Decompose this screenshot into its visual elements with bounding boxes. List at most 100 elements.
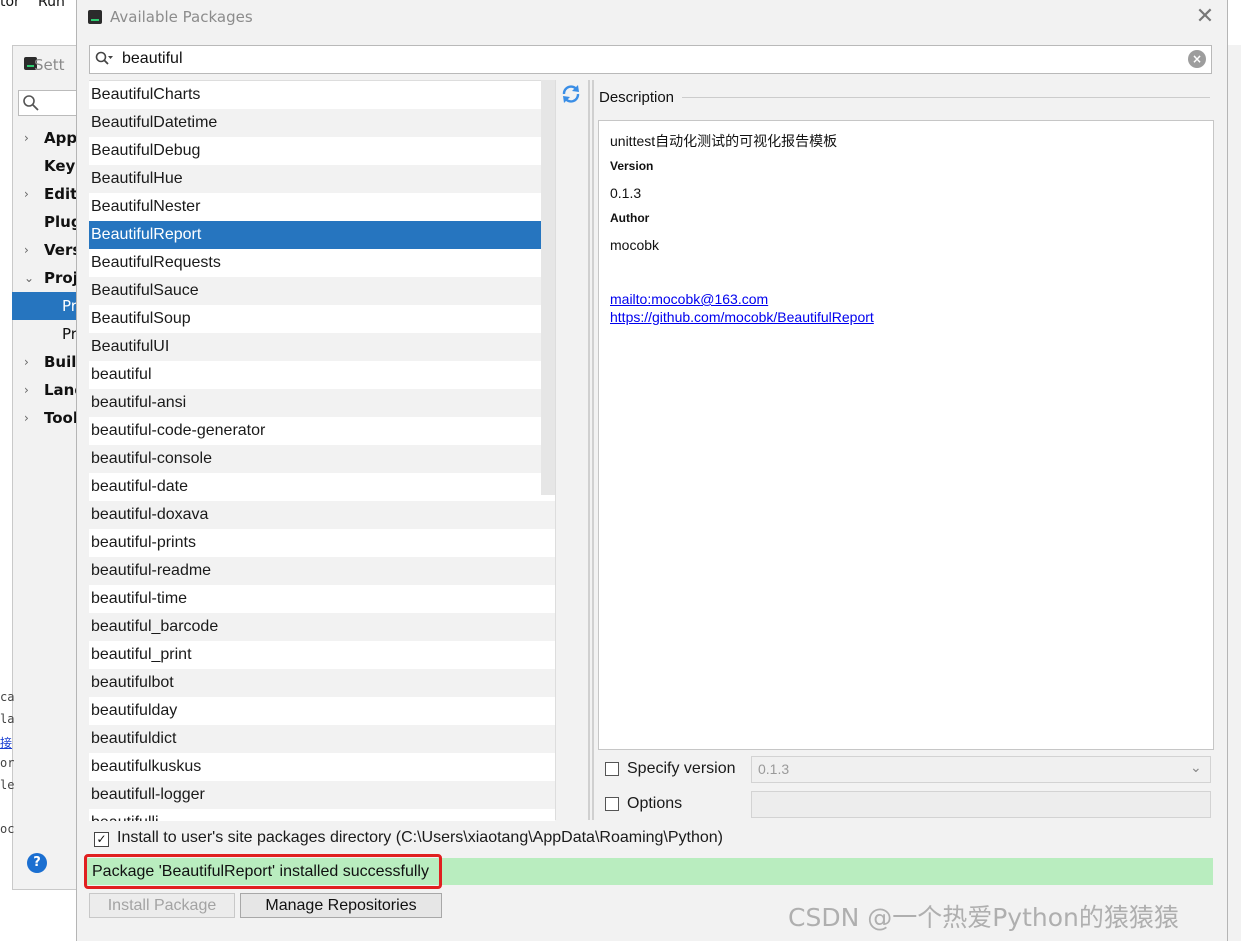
settings-tree-item[interactable]: Keyr: [12, 152, 78, 180]
settings-tree-label: Keyr: [44, 157, 78, 175]
settings-tree-item[interactable]: › Lang: [12, 376, 78, 404]
specify-version-checkbox[interactable]: [605, 762, 619, 776]
settings-tree-item[interactable]: Plug: [12, 208, 78, 236]
package-list-item[interactable]: BeautifulSoup: [89, 305, 555, 333]
package-list-item[interactable]: BeautifulHue: [89, 165, 555, 193]
description-divider: [682, 97, 1210, 98]
search-icon[interactable]: [95, 51, 113, 67]
options-checkbox[interactable]: [605, 797, 619, 811]
code-fragment: oc: [0, 822, 14, 836]
package-list-item[interactable]: beautiful-time: [89, 585, 555, 613]
package-search-input[interactable]: [122, 47, 1172, 71]
email-link[interactable]: mailto:mocobk@163.com: [610, 291, 768, 307]
editor-code-fragments: ca la 接 or le oc: [0, 690, 14, 836]
code-fragment: le: [0, 778, 14, 792]
dialog-title: Available Packages: [110, 8, 253, 26]
code-fragment: or: [0, 756, 14, 770]
package-list-item[interactable]: beautiful-prints: [89, 529, 555, 557]
settings-tree-item[interactable]: › App: [12, 124, 78, 152]
manage-repositories-button[interactable]: Manage Repositories: [240, 893, 442, 918]
panel-splitter[interactable]: [588, 80, 596, 820]
menu-item-tor[interactable]: tor: [0, 0, 20, 10]
package-list-item[interactable]: beautiful-console: [89, 445, 555, 473]
settings-tree-label: Build: [44, 353, 78, 371]
settings-tree-label: Proj: [44, 269, 78, 287]
settings-tree-label: Tool: [44, 409, 78, 427]
package-list-item[interactable]: BeautifulReport: [89, 221, 555, 249]
help-button[interactable]: ?: [27, 853, 47, 873]
chevron-down-icon[interactable]: ⌄: [24, 264, 34, 292]
list-toolbar: [555, 80, 588, 820]
package-summary: unittest自动化测试的可视化报告模板: [610, 133, 838, 149]
package-list-item[interactable]: beautifuldict: [89, 725, 555, 753]
author-heading: Author: [610, 211, 650, 225]
package-list-item[interactable]: beautiful_print: [89, 641, 555, 669]
settings-search-input[interactable]: [18, 90, 80, 116]
package-list-item[interactable]: beautifull-logger: [89, 781, 555, 809]
options-input[interactable]: [751, 791, 1211, 818]
settings-tree-item[interactable]: ⌄ Proj: [12, 264, 78, 292]
package-list-item[interactable]: beautiful-date: [89, 473, 555, 501]
chevron-right-icon[interactable]: ›: [24, 124, 29, 152]
clear-search-icon[interactable]: ×: [1188, 50, 1206, 68]
package-list[interactable]: BeautifulCharts BeautifulDatetime Beautifu…: [89, 80, 555, 821]
package-list-item[interactable]: BeautifulUI: [89, 333, 555, 361]
package-list-item[interactable]: BeautifulDebug: [89, 137, 555, 165]
settings-tree-label: Lang: [44, 381, 78, 399]
install-user-label: Install to user's site packages director…: [117, 829, 723, 846]
pycharm-icon: [88, 10, 102, 24]
install-package-button[interactable]: Install Package: [89, 893, 235, 918]
install-user-checkbox[interactable]: ✓: [94, 832, 109, 847]
package-list-item[interactable]: beautifulli...: [89, 809, 555, 821]
watermark: CSDN @一个热爱Python的猿猿猿: [788, 903, 1179, 932]
chevron-right-icon[interactable]: ›: [24, 236, 29, 264]
package-list-item[interactable]: beautiful_barcode: [89, 613, 555, 641]
package-list-item[interactable]: BeautifulDatetime: [89, 109, 555, 137]
package-list-item[interactable]: beautiful: [89, 361, 555, 389]
settings-tree-label: App: [44, 129, 78, 147]
package-list-item[interactable]: BeautifulRequests: [89, 249, 555, 277]
package-list-item[interactable]: BeautifulCharts: [89, 81, 555, 109]
description-label: Description: [599, 89, 675, 106]
package-list-item[interactable]: beautifulbot: [89, 669, 555, 697]
settings-tree-label: Plug: [44, 213, 78, 231]
settings-tree-item[interactable]: › Build: [12, 348, 78, 376]
menu-item-run[interactable]: Run: [38, 0, 65, 10]
refresh-icon[interactable]: [560, 83, 582, 105]
package-list-item[interactable]: beautiful-ansi: [89, 389, 555, 417]
code-fragment: la: [0, 712, 14, 726]
settings-title: Sett: [34, 56, 65, 74]
package-list-item[interactable]: beautifulday: [89, 697, 555, 725]
package-list-item[interactable]: BeautifulNester: [89, 193, 555, 221]
package-list-item[interactable]: beautifulkuskus: [89, 753, 555, 781]
chevron-down-icon: ⌄: [1190, 760, 1202, 776]
package-list-scrollbar[interactable]: [541, 80, 555, 495]
settings-tree-item[interactable]: › Vers: [12, 236, 78, 264]
search-icon: [23, 95, 39, 111]
chevron-right-icon[interactable]: ›: [24, 180, 29, 208]
package-list-item[interactable]: BeautifulSauce: [89, 277, 555, 305]
version-select[interactable]: 0.1.3: [751, 756, 1211, 783]
settings-tree-label: Vers: [44, 241, 78, 259]
repository-link[interactable]: https://github.com/mocobk/BeautifulRepor…: [610, 309, 874, 325]
settings-tree-label: Pr: [62, 325, 77, 343]
close-button[interactable]: ✕: [1194, 6, 1216, 28]
code-fragment: ca: [0, 690, 14, 704]
package-author: mocobk: [610, 237, 660, 253]
version-heading: Version: [610, 159, 654, 173]
settings-tree-label: Pr: [62, 297, 77, 315]
settings-tree-item[interactable]: Pr: [12, 292, 78, 320]
settings-tree-item[interactable]: › Tool: [12, 404, 78, 432]
settings-tree-item[interactable]: › Edito: [12, 180, 78, 208]
specify-version-label: Specify version: [627, 760, 736, 777]
package-list-item[interactable]: beautiful-readme: [89, 557, 555, 585]
package-version: 0.1.3: [610, 185, 642, 201]
settings-tree-item[interactable]: Pr: [12, 320, 78, 348]
chevron-right-icon[interactable]: ›: [24, 404, 29, 432]
editor-menubar: tor Run: [0, 0, 80, 12]
chevron-right-icon[interactable]: ›: [24, 376, 29, 404]
chevron-right-icon[interactable]: ›: [24, 348, 29, 376]
package-list-item[interactable]: beautiful-doxava: [89, 501, 555, 529]
settings-tree-label: Edito: [44, 185, 78, 203]
package-list-item[interactable]: beautiful-code-generator: [89, 417, 555, 445]
